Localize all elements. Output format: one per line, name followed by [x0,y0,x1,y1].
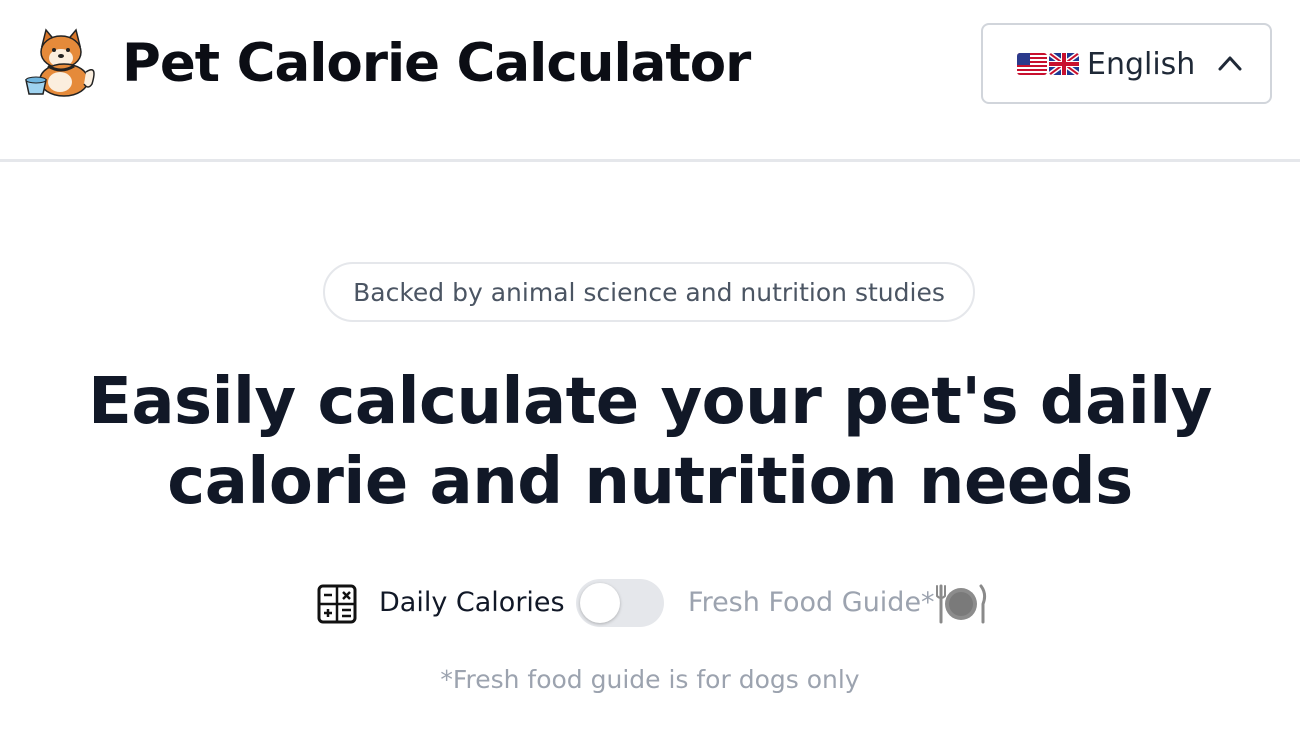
hero-headline: Easily calculate your pet's daily calori… [0,362,1300,522]
language-selector-button[interactable]: English [981,23,1272,104]
fresh-food-guide-label[interactable]: Fresh Food Guide* [688,584,935,622]
mode-toggle-row: Daily Calories Fresh Food Guide* [0,578,1300,628]
calculator-icon[interactable] [317,584,357,624]
science-badge: Backed by animal science and nutrition s… [323,262,975,322]
hero-headline-line1: Easily calculate your pet's daily [88,365,1212,439]
plate-cutlery-icon[interactable] [935,580,987,626]
switch-knob [580,583,620,623]
language-flags [1017,53,1079,75]
us-flag-icon [1017,53,1047,75]
hero-headline-line2: calorie and nutrition needs [167,445,1133,519]
daily-calories-label[interactable]: Daily Calories [379,584,565,622]
chevron-up-icon [1218,56,1242,71]
shiba-dog-logo-icon[interactable] [22,28,100,100]
uk-flag-icon [1049,53,1079,75]
site-header: Pet Calorie Calculator English [0,0,1300,162]
language-label: English [1087,47,1196,82]
fresh-food-footnote: *Fresh food guide is for dogs only [440,665,860,694]
mode-toggle-switch[interactable] [576,579,664,627]
site-title: Pet Calorie Calculator [122,33,751,94]
